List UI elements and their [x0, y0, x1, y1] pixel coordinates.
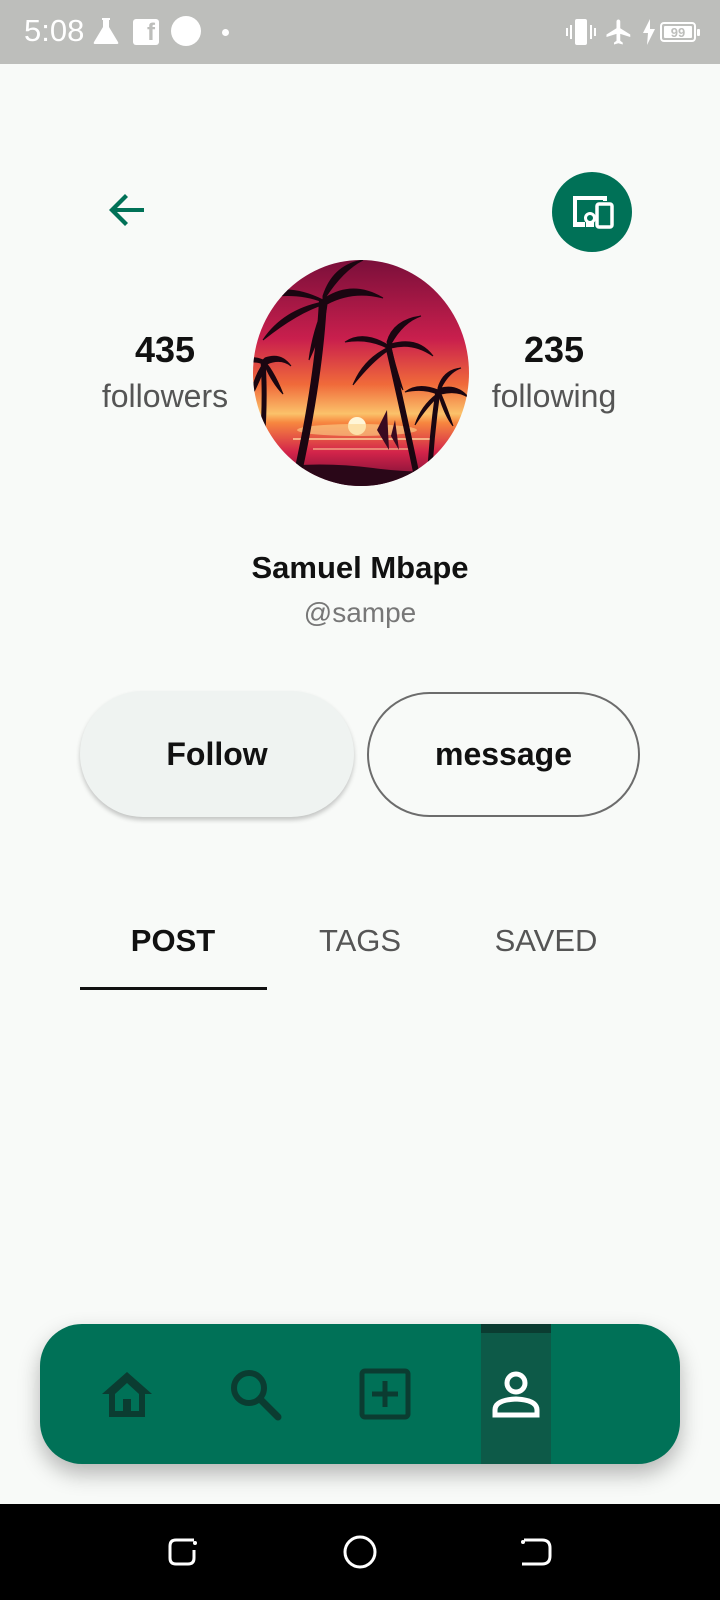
followers-stat[interactable]: 435 followers [75, 328, 255, 418]
avatar[interactable] [253, 260, 469, 486]
following-count: 235 [523, 329, 585, 370]
battery-icon: 99 [660, 22, 700, 42]
profile-screen: 5:08 f 99 435 followers 235 following Sa… [0, 0, 720, 1600]
status-time: 5:08 [24, 13, 85, 48]
bottom-navigation [40, 1324, 680, 1464]
search-icon [231, 1370, 282, 1421]
nav-search[interactable] [220, 1324, 290, 1464]
sunset-palm-trees-image [253, 260, 469, 486]
nav-profile[interactable] [481, 1324, 551, 1464]
add-box-icon [359, 1368, 411, 1420]
person-icon [492, 1371, 540, 1418]
home-icon [102, 1372, 152, 1417]
back-nav-icon[interactable] [516, 1532, 556, 1572]
vibrate-icon [566, 19, 596, 45]
circle-icon [171, 16, 201, 46]
active-nav-indicator [481, 1324, 551, 1333]
nav-add[interactable] [350, 1324, 420, 1464]
battery-level: 99 [670, 25, 686, 40]
followers-count: 435 [134, 329, 196, 370]
home-circle-icon[interactable] [340, 1532, 380, 1572]
charging-icon [643, 19, 655, 45]
profile-handle: @sampe [303, 597, 417, 628]
profile-tabs: POST TAGS SAVED [80, 905, 640, 990]
flask-icon [93, 18, 119, 44]
nav-home[interactable] [92, 1324, 162, 1464]
following-stat[interactable]: 235 following [464, 328, 644, 418]
following-label: following [491, 378, 617, 414]
tab-saved[interactable]: SAVED [453, 905, 639, 990]
facebook-icon: f [133, 19, 159, 46]
profile-name: Samuel Mbape [251, 550, 469, 585]
status-bar: 5:08 f 99 [0, 0, 720, 64]
active-tab-indicator [80, 987, 267, 990]
back-button[interactable] [104, 186, 152, 234]
recent-apps-icon[interactable] [164, 1532, 204, 1572]
message-button[interactable]: message [367, 692, 640, 817]
devices-icon [573, 196, 614, 229]
dot-icon [222, 29, 229, 36]
airplane-icon [606, 19, 631, 45]
devices-button[interactable] [552, 172, 632, 252]
followers-label: followers [101, 378, 229, 414]
tab-tags[interactable]: TAGS [267, 905, 453, 990]
follow-button[interactable]: Follow [80, 691, 354, 817]
tab-post[interactable]: POST [80, 905, 266, 990]
arrow-back-icon [109, 194, 144, 226]
system-navigation-bar [0, 1504, 720, 1600]
